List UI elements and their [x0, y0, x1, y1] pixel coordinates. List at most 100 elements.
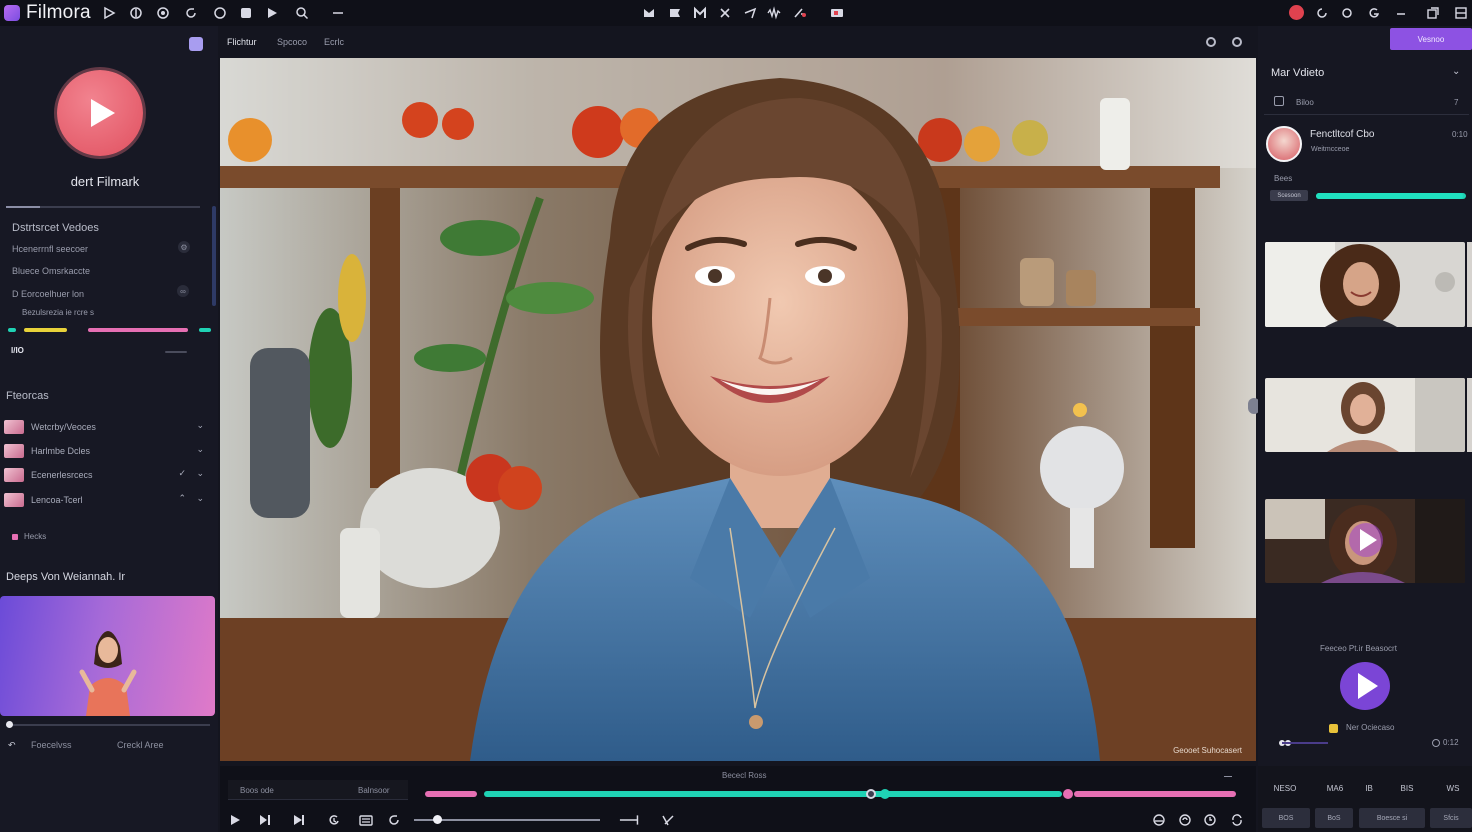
layers-icon[interactable]	[127, 4, 145, 22]
favorite-item[interactable]: Lencoa-Tcerl ⌃ ⌄	[4, 493, 210, 509]
sidebar-row[interactable]: Bluece Omsrkaccte	[12, 266, 90, 276]
audio-icon[interactable]	[765, 4, 783, 22]
scissors-icon[interactable]	[716, 4, 734, 22]
redo-icon[interactable]	[182, 4, 200, 22]
speed-icon[interactable]	[1177, 812, 1193, 828]
refresh-icon[interactable]	[1229, 812, 1245, 828]
teal-track[interactable]	[199, 328, 211, 332]
sidebar-footer-left[interactable]: Foecelvss	[31, 740, 72, 750]
skip-forward-button[interactable]	[291, 812, 307, 828]
clip-handle[interactable]	[1063, 789, 1073, 799]
season-chip[interactable]: Scesoon	[1270, 190, 1308, 201]
expand-icon[interactable]	[660, 812, 676, 828]
thumbnail	[4, 420, 24, 434]
slider-knob[interactable]	[433, 815, 442, 824]
sync-icon[interactable]	[1338, 4, 1356, 22]
split-icon[interactable]	[640, 4, 658, 22]
favorite-item[interactable]: Ecenerlesrcecs ✓ ⌄	[4, 468, 210, 484]
play-icon[interactable]	[100, 4, 118, 22]
volume-slider[interactable]	[414, 815, 600, 824]
thumbnail-play-button[interactable]	[1349, 523, 1383, 557]
chevron-down-icon[interactable]: ⌄	[196, 468, 204, 479]
video-thumbnail[interactable]	[1265, 499, 1465, 583]
pink-clip[interactable]	[425, 791, 477, 797]
chevron-down-icon[interactable]: ⌄	[196, 444, 204, 455]
minus-icon[interactable]	[329, 4, 347, 22]
play-filled-icon[interactable]	[263, 4, 281, 22]
progress-knob[interactable]	[6, 721, 13, 728]
promo-video-card[interactable]	[0, 596, 215, 716]
tab-flichtur[interactable]: Flichtur	[227, 37, 257, 47]
circle-icon[interactable]	[211, 4, 229, 22]
teal-clip[interactable]	[484, 791, 1062, 797]
marker-icon[interactable]	[691, 4, 709, 22]
pink-clip[interactable]	[1074, 791, 1236, 797]
loop-button[interactable]	[326, 812, 342, 828]
sidebar-scrollbar[interactable]	[212, 206, 216, 306]
fit-icon[interactable]	[618, 812, 644, 828]
favorite-item[interactable]: Harlmbe Dcles ⌄	[4, 444, 210, 460]
timer-icon[interactable]	[1202, 812, 1218, 828]
timeline-menu-icon[interactable]	[1224, 776, 1232, 777]
video-thumbnail[interactable]	[1265, 378, 1465, 452]
minimize-icon[interactable]	[1392, 4, 1410, 22]
export-button[interactable]: Vesnoo	[1390, 28, 1472, 50]
tab-spcoco[interactable]: Spcoco	[277, 37, 307, 47]
video-preview[interactable]: Geooet Suhocasert	[220, 58, 1256, 761]
edit-icon[interactable]	[189, 37, 203, 51]
subtitle-button[interactable]	[358, 812, 374, 828]
caret-icon[interactable]: ⌃	[178, 493, 186, 504]
export-option-button[interactable]: BoS	[1315, 808, 1353, 828]
pink-track[interactable]	[88, 328, 188, 332]
format-option[interactable]: BIS	[1392, 780, 1422, 796]
snapshot-icon[interactable]	[1206, 37, 1216, 47]
export-option-button[interactable]: Sfcis	[1430, 808, 1472, 828]
panel-play-button[interactable]	[1340, 662, 1390, 710]
sidebar-row[interactable]: D Eorcoelhuer lon	[12, 289, 84, 299]
hecks-label[interactable]: Hecks	[24, 532, 46, 541]
share-icon[interactable]	[1365, 4, 1383, 22]
arrow-icon[interactable]: ↶	[8, 740, 16, 751]
format-option[interactable]: WS	[1440, 780, 1466, 796]
large-play-button[interactable]	[57, 70, 143, 156]
favorite-item[interactable]: Wetcrby/Veoces ⌄	[4, 420, 210, 436]
pen-icon[interactable]	[790, 4, 808, 22]
step-forward-button[interactable]	[257, 812, 273, 828]
video-thumbnail[interactable]	[1265, 242, 1465, 327]
sidebar-footer-right[interactable]: Creckl Aree	[117, 740, 164, 750]
screen-icon[interactable]	[828, 4, 846, 22]
restore-icon[interactable]	[1424, 4, 1442, 22]
search-icon[interactable]	[293, 4, 311, 22]
media-icon[interactable]	[237, 4, 255, 22]
sidebar-row[interactable]: Hcenerrnfl seecoer	[12, 244, 88, 254]
record-icon[interactable]	[1289, 5, 1304, 20]
undo-icon[interactable]	[154, 4, 172, 22]
sidebar-row[interactable]: Bezulsrezia ie rcre s	[22, 308, 94, 317]
promo-progress[interactable]	[6, 721, 210, 728]
chevron-down-icon[interactable]: ⌄	[1452, 66, 1460, 77]
play-button[interactable]	[227, 812, 243, 828]
rotate-button[interactable]	[386, 812, 402, 828]
slider-track[interactable]	[165, 351, 187, 353]
link-icon[interactable]: ∞	[177, 285, 189, 297]
mask-icon[interactable]	[1151, 812, 1167, 828]
format-option[interactable]: IB	[1356, 780, 1382, 796]
export-option-button[interactable]: BOS	[1262, 808, 1310, 828]
chevron-down-icon[interactable]: ⌄	[196, 420, 204, 431]
avatar[interactable]	[1266, 126, 1302, 162]
refresh-icon[interactable]	[1313, 4, 1331, 22]
export-option-button[interactable]: Boesce si	[1359, 808, 1425, 828]
tab-ecrlc[interactable]: Ecrlc	[324, 37, 344, 47]
close-icon[interactable]	[1452, 4, 1470, 22]
chevron-down-icon[interactable]: ⌄	[196, 493, 204, 504]
format-option[interactable]: NESO	[1270, 780, 1300, 796]
mini-track[interactable]	[1282, 742, 1328, 744]
arrow-icon[interactable]	[741, 4, 759, 22]
settings-icon[interactable]: ⚙	[178, 241, 190, 253]
format-option[interactable]: MA6	[1318, 780, 1352, 796]
settings-icon[interactable]	[1232, 37, 1242, 47]
flag-icon[interactable]	[666, 4, 684, 22]
check-icon[interactable]: ✓	[178, 468, 186, 479]
upload-progress	[1316, 193, 1466, 199]
yellow-track[interactable]	[24, 328, 67, 332]
